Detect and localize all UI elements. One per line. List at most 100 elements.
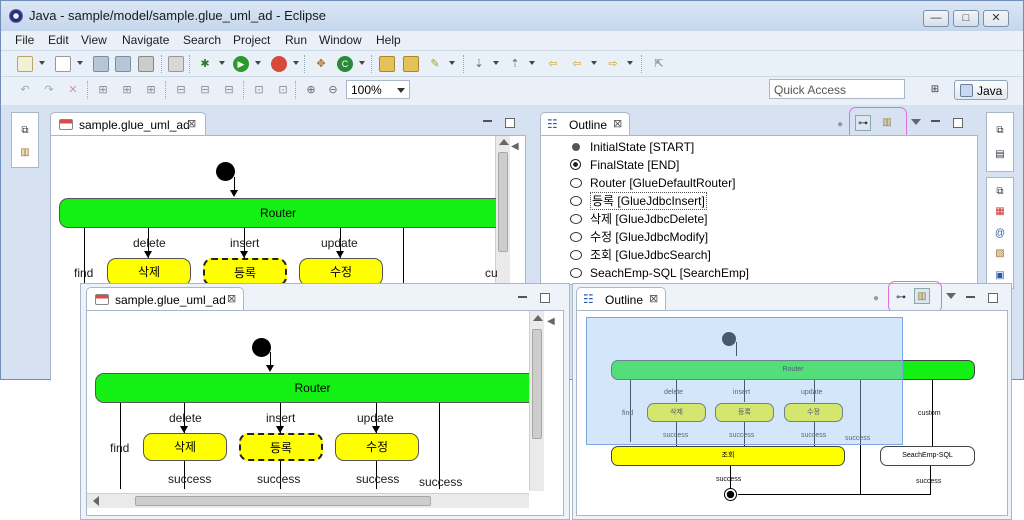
- last-edit-icon[interactable]: ⇦: [569, 56, 585, 72]
- editor-horizontal-scrollbar[interactable]: [87, 493, 529, 508]
- link-icon[interactable]: ●: [868, 291, 884, 307]
- link-icon[interactable]: ●: [832, 117, 848, 133]
- maximize-view-icon[interactable]: [953, 118, 963, 128]
- restore-icon[interactable]: ⧉: [17, 123, 33, 139]
- outline-tab-title: Outline: [569, 118, 608, 132]
- debug-icon[interactable]: ✱: [197, 56, 213, 72]
- menu-window[interactable]: Window: [319, 33, 362, 47]
- close-button[interactable]: ✕: [983, 10, 1009, 27]
- new-java-class-icon[interactable]: C: [337, 56, 353, 72]
- maximize-button[interactable]: □: [953, 10, 979, 27]
- redo-icon[interactable]: ↷: [41, 82, 57, 98]
- back-icon[interactable]: ⇦: [545, 56, 561, 72]
- new-icon[interactable]: [17, 56, 33, 72]
- task-list-icon[interactable]: ▤: [992, 147, 1008, 163]
- console-icon[interactable]: ▣: [992, 268, 1008, 284]
- package-explorer-icon[interactable]: ▥: [17, 145, 33, 161]
- problems-icon[interactable]: ▦: [992, 204, 1008, 220]
- router-node[interactable]: Router: [59, 198, 496, 228]
- maximize-view-icon[interactable]: [540, 293, 550, 303]
- overview-viewport-rect[interactable]: [586, 317, 903, 445]
- close-tab-icon[interactable]: ⊠: [613, 117, 622, 130]
- scrollbar-thumb[interactable]: [135, 496, 431, 506]
- declaration-icon[interactable]: ▧: [992, 246, 1008, 262]
- forward-icon[interactable]: ⇨: [605, 56, 621, 72]
- editor-tab[interactable]: sample.glue_uml_ad ⊠: [50, 112, 206, 136]
- undo-icon[interactable]: ↶: [17, 82, 33, 98]
- align-middle-icon[interactable]: ⊟: [197, 82, 213, 98]
- menu-run[interactable]: Run: [285, 33, 307, 47]
- edit-icon[interactable]: ✎: [427, 56, 443, 72]
- open-folder-icon[interactable]: [403, 56, 419, 72]
- new-wizard-icon[interactable]: [55, 56, 71, 72]
- close-tab-icon[interactable]: ⊠: [227, 292, 236, 305]
- zoom-out-icon[interactable]: ⊖: [325, 82, 341, 98]
- toggle-breakpoint-icon[interactable]: [168, 56, 184, 72]
- scrollbar-thumb[interactable]: [532, 329, 542, 439]
- view-menu-icon[interactable]: [911, 119, 921, 125]
- save-all-icon[interactable]: [115, 56, 131, 72]
- align-right-icon[interactable]: ⊞: [143, 82, 159, 98]
- close-tab-icon[interactable]: ⊠: [187, 117, 196, 130]
- menu-project[interactable]: Project: [233, 33, 270, 47]
- maximize-view-icon[interactable]: [505, 118, 515, 128]
- delete-icon[interactable]: ✕: [65, 82, 81, 98]
- zoom-select[interactable]: 100%: [346, 80, 410, 99]
- outline-tab[interactable]: ☷ Outline ⊠: [540, 112, 630, 136]
- restore-icon[interactable]: ⧉: [992, 123, 1008, 139]
- print-icon[interactable]: [138, 56, 154, 72]
- external-tools-icon[interactable]: [271, 56, 287, 72]
- delete-node[interactable]: 삭제: [143, 433, 227, 461]
- prev-annotation-icon[interactable]: ⇡: [507, 56, 523, 72]
- align-bottom-icon[interactable]: ⊟: [221, 82, 237, 98]
- align-top-icon[interactable]: ⊟: [173, 82, 189, 98]
- align-center-icon[interactable]: ⊞: [119, 82, 135, 98]
- pin-editor-icon[interactable]: ⇱: [651, 56, 667, 72]
- menu-file[interactable]: File: [15, 33, 34, 47]
- minimize-button[interactable]: —: [923, 10, 949, 27]
- javadoc-icon[interactable]: @: [992, 226, 1008, 242]
- open-type-icon[interactable]: [379, 56, 395, 72]
- router-node[interactable]: Router: [95, 373, 529, 403]
- close-tab-icon[interactable]: ⊠: [649, 292, 658, 305]
- align-left-icon[interactable]: ⊞: [95, 82, 111, 98]
- minimize-view-icon[interactable]: [518, 296, 527, 298]
- collapse-handle-icon[interactable]: ◀: [511, 141, 521, 155]
- menu-edit[interactable]: Edit: [48, 33, 69, 47]
- maximize-view-icon[interactable]: [988, 293, 998, 303]
- minimize-view-icon[interactable]: [483, 120, 492, 122]
- next-annotation-icon[interactable]: ⇣: [471, 56, 487, 72]
- menu-search[interactable]: Search: [183, 33, 221, 47]
- editor-canvas-zoomed[interactable]: [86, 310, 564, 516]
- editor-vertical-scrollbar[interactable]: [495, 136, 510, 286]
- update-node[interactable]: 수정: [299, 258, 383, 286]
- scrollbar-thumb[interactable]: [498, 152, 508, 252]
- match-width-icon[interactable]: ⊡: [251, 82, 267, 98]
- insert-node[interactable]: 등록: [203, 258, 287, 286]
- open-perspective-icon[interactable]: ⊞: [927, 82, 943, 98]
- minimize-view-icon[interactable]: [931, 120, 940, 122]
- delete-node[interactable]: 삭제: [107, 258, 191, 286]
- outline-tab-overview[interactable]: ☷ Outline ⊠: [576, 287, 666, 311]
- save-icon[interactable]: [93, 56, 109, 72]
- match-height-icon[interactable]: ⊡: [275, 82, 291, 98]
- initial-state[interactable]: [216, 162, 235, 181]
- java-perspective-button[interactable]: Java: [954, 80, 1008, 100]
- collapse-handle-icon[interactable]: ◀: [547, 316, 557, 330]
- minimize-view-icon[interactable]: [966, 296, 975, 298]
- view-menu-icon[interactable]: [946, 293, 956, 299]
- new-java-project-icon[interactable]: ✥: [313, 56, 329, 72]
- insert-node[interactable]: 등록: [239, 433, 323, 461]
- editor-vertical-scrollbar[interactable]: [529, 311, 544, 491]
- zoom-in-icon[interactable]: ⊕: [303, 82, 319, 98]
- restore-icon[interactable]: ⧉: [992, 184, 1008, 200]
- menu-view[interactable]: View: [81, 33, 107, 47]
- menu-help[interactable]: Help: [376, 33, 401, 47]
- quick-access-input[interactable]: Quick Access: [769, 79, 905, 99]
- menu-navigate[interactable]: Navigate: [122, 33, 169, 47]
- update-node[interactable]: 수정: [335, 433, 419, 461]
- initial-state[interactable]: [252, 338, 271, 357]
- edge-label-delete: delete: [169, 411, 202, 425]
- editor-tab-zoomed[interactable]: sample.glue_uml_ad ⊠: [86, 287, 244, 311]
- run-icon[interactable]: ▶: [233, 56, 249, 72]
